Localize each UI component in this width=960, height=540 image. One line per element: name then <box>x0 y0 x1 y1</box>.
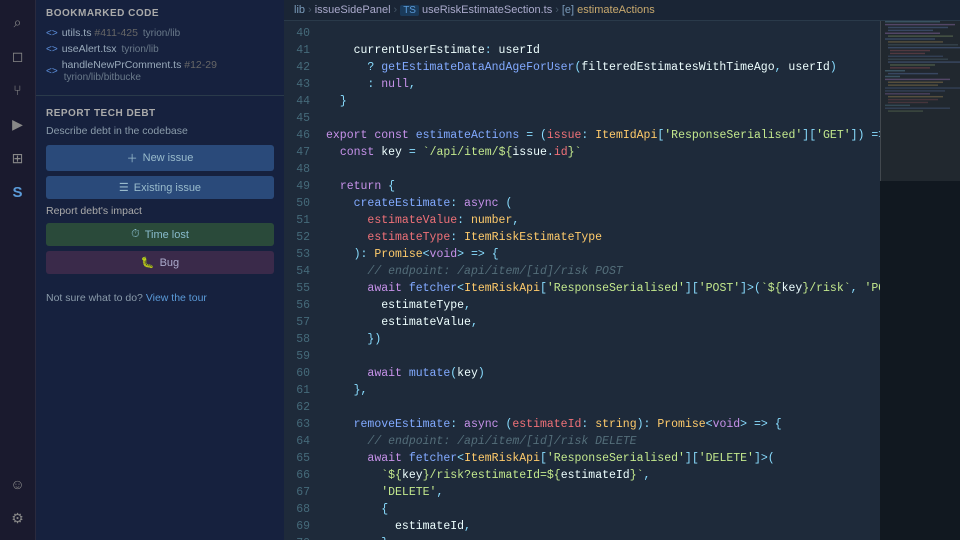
bookmarked-section: BOOKMARKED CODE <> utils.ts #411-425 tyr… <box>36 0 284 89</box>
bookmark-item-usealert[interactable]: <> useAlert.tsx tyrion/lib <box>46 41 274 57</box>
code-icon-3: <> <box>46 66 58 77</box>
report-desc: Describe debt in the codebase <box>46 125 274 137</box>
account-icon[interactable]: ☺ <box>4 470 32 498</box>
code-icon: <> <box>46 28 58 39</box>
breadcrumb-ts-badge: TS <box>400 5 419 16</box>
time-lost-button[interactable]: ⏱ Time lost <box>46 223 274 246</box>
bookmarked-title: BOOKMARKED CODE <box>46 8 274 19</box>
bookmark-filename-3: handleNewPrComment.ts #12-29 tyrion/lib/… <box>62 59 274 83</box>
stackspot-icon[interactable]: S <box>4 178 32 206</box>
explorer-icon[interactable]: ◻ <box>4 42 32 70</box>
breadcrumb-bracket: [e] <box>562 4 574 16</box>
breadcrumb-func[interactable]: estimateActions <box>577 4 655 16</box>
source-control-icon[interactable]: ⑂ <box>4 76 32 104</box>
tour-section: Not sure what to do? View the tour <box>36 284 284 312</box>
bug-label: Bug <box>160 257 180 269</box>
left-panel: BOOKMARKED CODE <> utils.ts #411-425 tyr… <box>36 0 284 540</box>
editor-area: lib › issueSidePanel › TS useRiskEstimat… <box>284 0 960 540</box>
existing-issue-label: Existing issue <box>134 182 201 194</box>
plus-icon: ＋ <box>127 150 138 166</box>
report-impact-label: Report debt's impact <box>46 205 274 217</box>
breadcrumb-sep-1: › <box>308 4 312 16</box>
bookmark-filename: utils.ts #411-425 tyrion/lib <box>62 27 180 39</box>
time-lost-label: Time lost <box>145 229 189 241</box>
bookmark-item-handlenewpr[interactable]: <> handleNewPrComment.ts #12-29 tyrion/l… <box>46 57 274 85</box>
breadcrumb-file[interactable]: useRiskEstimateSection.ts <box>422 4 552 16</box>
list-icon: ☰ <box>119 181 129 194</box>
divider-1 <box>36 95 284 96</box>
breadcrumb-lib: lib <box>294 4 305 16</box>
extensions-icon[interactable]: ⊞ <box>4 144 32 172</box>
view-tour-link[interactable]: View the tour <box>146 292 207 304</box>
code-editor[interactable]: currentUserEstimate: userId ? getEstimat… <box>318 21 880 540</box>
code-icon-2: <> <box>46 44 58 55</box>
bookmark-item-utils[interactable]: <> utils.ts #411-425 tyrion/lib <box>46 25 274 41</box>
line-numbers: 4041424344 4546474849 5051525354 5556575… <box>284 21 318 540</box>
new-issue-label: New issue <box>143 152 194 164</box>
breadcrumb-sep-2: › <box>394 4 398 16</box>
tour-text: Not sure what to do? <box>46 292 143 304</box>
run-debug-icon[interactable]: ▶ <box>4 110 32 138</box>
breadcrumb-sep-3: › <box>555 4 559 16</box>
existing-issue-button[interactable]: ☰ Existing issue <box>46 176 274 199</box>
bookmark-filename-2: useAlert.tsx tyrion/lib <box>62 43 159 55</box>
report-section: REPORT TECH DEBT Describe debt in the co… <box>36 102 284 280</box>
search-icon[interactable]: ⌕ <box>4 8 32 36</box>
minimap <box>880 21 960 540</box>
activity-bar: ⌕ ◻ ⑂ ▶ ⊞ S ☺ ⚙ <box>0 0 36 540</box>
bug-button[interactable]: 🐛 Bug <box>46 251 274 274</box>
code-area: 4041424344 4546474849 5051525354 5556575… <box>284 21 960 540</box>
report-title: REPORT TECH DEBT <box>46 108 274 119</box>
breadcrumb-panel[interactable]: issueSidePanel <box>315 4 391 16</box>
breadcrumb: lib › issueSidePanel › TS useRiskEstimat… <box>284 0 960 21</box>
clock-icon: ⏱ <box>131 228 140 241</box>
new-issue-button[interactable]: ＋ New issue <box>46 145 274 171</box>
bug-icon: 🐛 <box>141 256 155 269</box>
settings-icon[interactable]: ⚙ <box>4 504 32 532</box>
